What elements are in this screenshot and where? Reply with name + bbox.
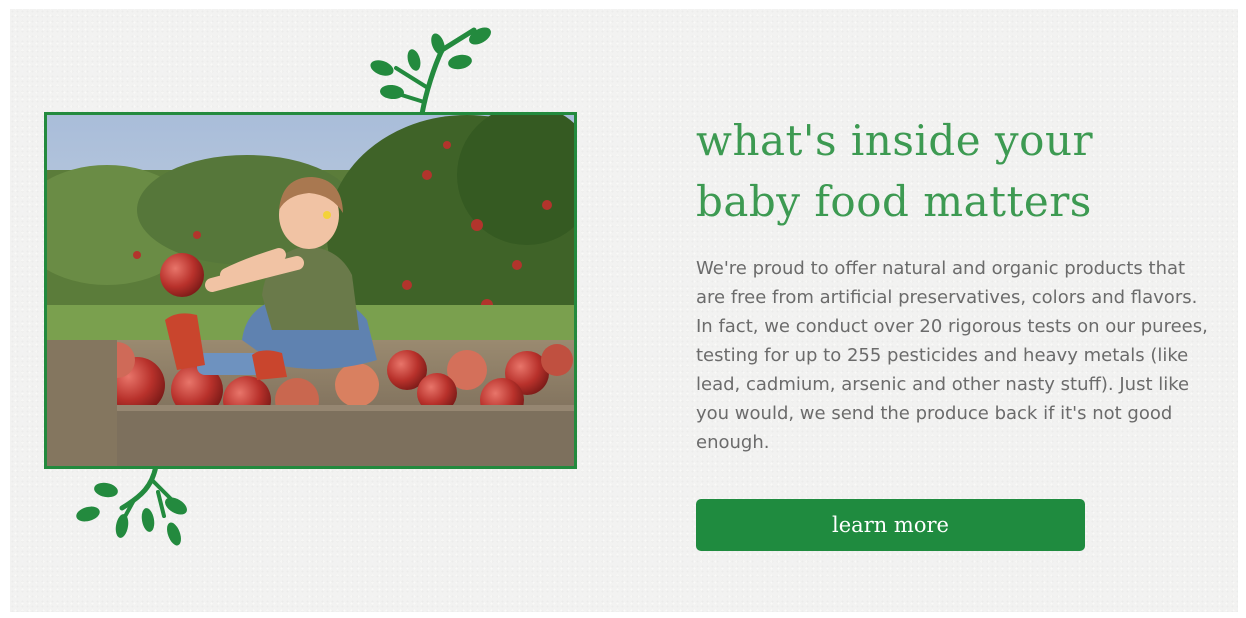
headline-line-1: what's inside your <box>696 116 1094 165</box>
leaf-sprig-bottom-icon <box>72 463 194 548</box>
baby-apple-photo <box>44 112 577 469</box>
leaf-sprig-top-icon <box>366 22 496 117</box>
headline: what's inside your baby food matters <box>696 110 1216 232</box>
body-paragraph: We're proud to offer natural and organic… <box>696 258 1208 453</box>
learn-more-button[interactable]: learn more <box>696 499 1085 551</box>
headline-line-2: baby food matters <box>696 177 1092 226</box>
